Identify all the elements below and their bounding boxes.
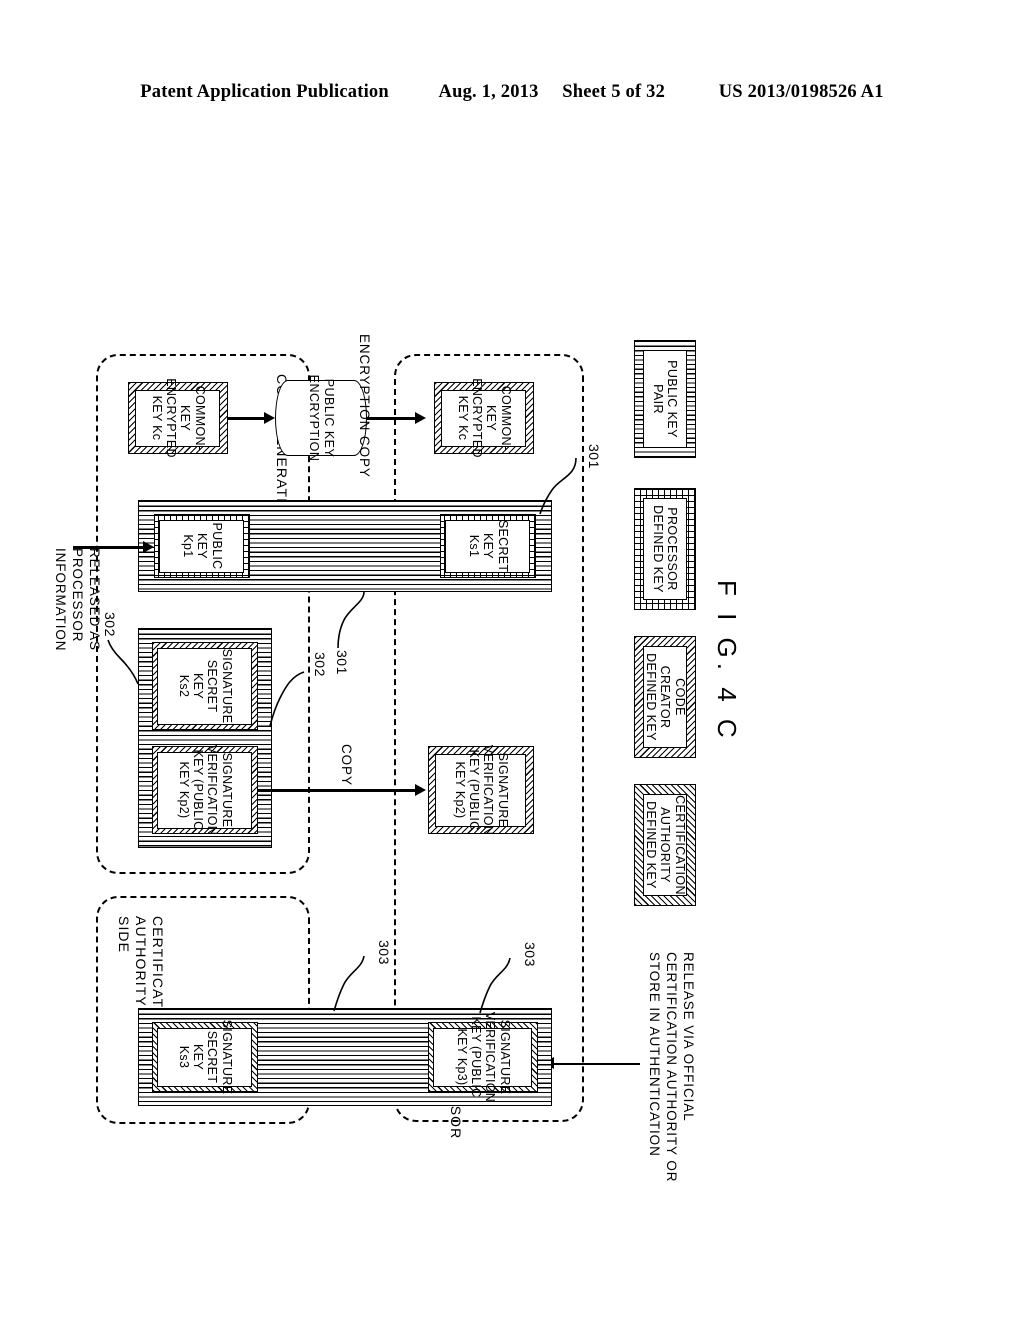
node-public-key-encryption: PUBLIC KEY ENCRYPTION — [275, 375, 367, 461]
arrow-encryption-to-kc-top-shaft — [367, 416, 415, 420]
page-header: Patent Application Publication Aug. 1, 2… — [0, 82, 1024, 103]
leader-303-mid — [333, 955, 365, 1012]
header-publication: Patent Application Publication — [140, 82, 389, 102]
refnum-302-bottom: 302 — [102, 612, 118, 637]
leader-302-bottom — [107, 639, 139, 685]
release-note-text: RELEASE VIA OFFICIAL CERTIFICATION AUTHO… — [647, 952, 696, 1183]
key-public-key-kp1-label: PUBLIC KEY Kp1 — [159, 519, 245, 573]
leader-302-top — [269, 671, 305, 727]
legend-public-key-pair-label: PUBLIC KEY PAIR — [643, 350, 687, 448]
arrow-copy-kp2-shaft — [257, 788, 415, 792]
key-signature-secret-key-ks3-label: SIGNATURE SECRET KEY Ks3 — [157, 1020, 253, 1094]
copy-label: COPY — [339, 744, 354, 786]
legend-code-creator-defined-key: CODE CREATOR DEFINED KEY — [634, 636, 696, 758]
released-as-processor-information-label: RELEASED AS PROCESSOR INFORMATION — [53, 548, 102, 652]
encryption-copy-label: ENCRYPTION COPY — [357, 334, 372, 478]
key-secret-key-ks1: SECRET KEY Ks1 — [440, 514, 536, 578]
legend-processor-defined-key: PROCESSOR DEFINED KEY — [634, 488, 696, 610]
refnum-303-top: 303 — [522, 942, 538, 967]
arrow-encryption-to-kc-top-head-icon — [415, 411, 426, 424]
legend-certification-authority-defined-key: CERTIFICATION AUTHORITY DEFINED KEY — [634, 784, 696, 906]
arrow-released-info-head-icon — [143, 540, 154, 553]
key-signature-verification-kp3-label: SIGNATURE VERIFICATION KEY (PUBLIC KEY K… — [433, 1012, 533, 1102]
leader-301-top — [539, 457, 577, 515]
arrow-kc-bottom-to-encryption-shaft — [228, 416, 264, 420]
key-signature-verification-kp2-top-label: SIGNATURE VERIFICATION KEY (PUBLIC KEY K… — [435, 745, 527, 835]
key-common-key-encrypted-kc-bottom: COMMON-KEY ENCRYPTED KEY Kc — [128, 378, 228, 458]
refnum-303-mid: 303 — [376, 940, 392, 965]
header-patent-number: US 2013/0198526 A1 — [718, 82, 884, 102]
key-signature-secret-key-ks2: SIGNATURE SECRET KEY Ks2 — [152, 642, 258, 730]
arrow-copy-kp2-head-icon — [415, 783, 426, 796]
legend-code-creator-defined-key-label: CODE CREATOR DEFINED KEY — [643, 646, 687, 748]
figure-caption: F I G. 4 C — [712, 580, 742, 743]
header-sheet: Sheet 5 of 32 — [562, 82, 666, 102]
arrow-kc-bottom-to-encryption-head-icon — [264, 411, 275, 424]
legend-public-key-pair: PUBLIC KEY PAIR — [634, 340, 696, 458]
leader-301-mid — [337, 591, 365, 649]
node-public-key-encryption-label: PUBLIC KEY ENCRYPTION — [307, 374, 336, 462]
key-common-key-encrypted-kc-top-label: COMMON-KEY ENCRYPTED KEY Kc — [441, 378, 527, 458]
refnum-301-mid: 301 — [334, 650, 350, 675]
key-signature-verification-kp2-top: SIGNATURE VERIFICATION KEY (PUBLIC KEY K… — [428, 745, 534, 835]
legend-ca-defined-key-label: CERTIFICATION AUTHORITY DEFINED KEY — [643, 794, 687, 896]
key-signature-verification-kp2-bottom: SIGNATURE VERIFICATION KEY (PUBLIC KEY K… — [152, 745, 258, 835]
legend-processor-defined-key-label: PROCESSOR DEFINED KEY — [643, 498, 687, 600]
key-signature-secret-key-ks3: SIGNATURE SECRET KEY Ks3 — [152, 1020, 258, 1094]
refnum-302-top: 302 — [312, 652, 328, 677]
leader-303-top — [479, 957, 511, 1014]
key-public-key-kp1: PUBLIC KEY Kp1 — [154, 514, 250, 578]
key-common-key-encrypted-kc-top: COMMON-KEY ENCRYPTED KEY Kc — [434, 378, 534, 458]
key-common-key-encrypted-kc-bottom-label: COMMON-KEY ENCRYPTED KEY Kc — [135, 378, 221, 458]
key-signature-verification-kp2-bottom-label: SIGNATURE VERIFICATION KEY (PUBLIC KEY K… — [157, 745, 253, 835]
key-signature-verification-kp3: SIGNATURE VERIFICATION KEY (PUBLIC KEY K… — [428, 1012, 538, 1102]
key-signature-secret-key-ks2-label: SIGNATURE SECRET KEY Ks2 — [157, 647, 253, 725]
key-secret-key-ks1-label: SECRET KEY Ks1 — [445, 519, 531, 573]
header-date: Aug. 1, 2013 — [438, 82, 539, 102]
refnum-301-top: 301 — [586, 444, 602, 469]
figure-4c-drawing: PUBLIC KEY PAIR PROCESSOR DEFINED KEY CO… — [53, 334, 702, 1240]
